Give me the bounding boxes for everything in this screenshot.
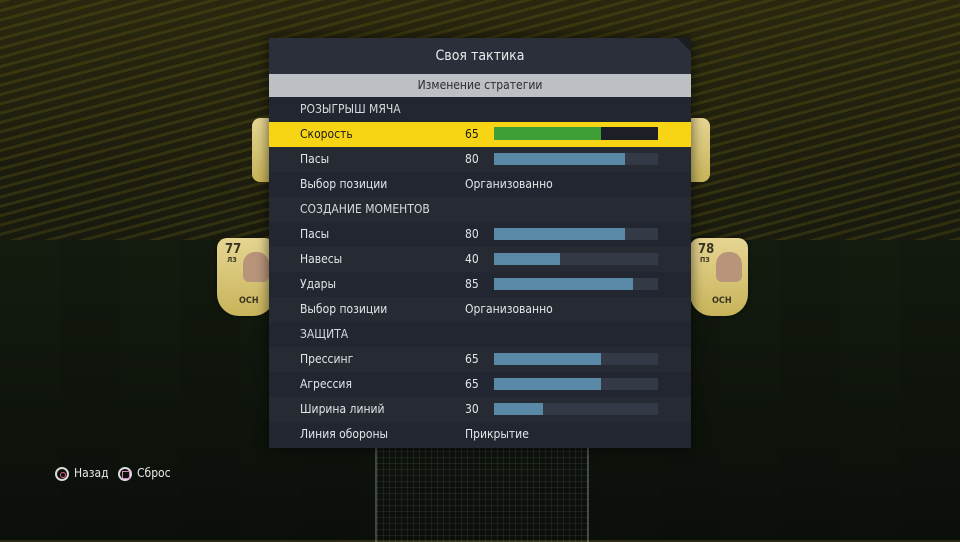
slider-fill — [494, 353, 601, 365]
setting-slider[interactable] — [494, 127, 658, 140]
reset-hint[interactable]: Сброс — [118, 464, 171, 482]
card-position: ЛЗ — [227, 256, 237, 264]
setting-row-defensive-line[interactable]: Линия обороны Прикрытие — [269, 422, 691, 447]
setting-slider[interactable] — [494, 253, 658, 265]
circle-button-icon — [55, 466, 69, 481]
panel-subtitle: Изменение стратегии — [269, 74, 691, 97]
setting-label: Пасы — [300, 152, 330, 166]
setting-row-positioning-cc[interactable]: Выбор позиции Организованно — [269, 297, 691, 322]
square-button-icon — [118, 466, 132, 481]
panel-title: Своя тактика — [269, 38, 691, 74]
setting-value: 65 — [465, 352, 479, 366]
setting-row-passing[interactable]: Пасы 80 — [269, 147, 691, 172]
back-hint[interactable]: Назад — [55, 464, 109, 482]
section-title: ЗАЩИТА — [300, 327, 349, 341]
setting-value: 30 — [465, 402, 479, 416]
setting-row-passing-cc[interactable]: Пасы 80 — [269, 222, 691, 247]
goal-net — [375, 446, 589, 542]
setting-slider[interactable] — [494, 378, 658, 390]
card-rating: 77 — [225, 242, 242, 257]
setting-option-value: Организованно — [465, 177, 553, 191]
back-label: Назад — [74, 466, 109, 480]
setting-option-value: Прикрытие — [465, 427, 529, 441]
setting-value: 65 — [465, 127, 479, 141]
section-header-defence: ЗАЩИТА — [269, 322, 691, 347]
slider-fill — [494, 228, 626, 240]
card-position: ПЗ — [700, 256, 710, 264]
setting-row-crossing[interactable]: Навесы 40 — [269, 247, 691, 272]
setting-label: Удары — [300, 277, 337, 291]
setting-label: Выбор позиции — [300, 302, 388, 316]
background-player-card-left: 77 ЛЗ ОСН — [217, 238, 275, 316]
setting-value: 85 — [465, 277, 479, 291]
slider-fill — [494, 253, 560, 265]
setting-row-aggression[interactable]: Агрессия 65 — [269, 372, 691, 397]
settings-list: РОЗЫГРЫШ МЯЧА Скорость 65 Пасы 80 Выбор … — [269, 97, 691, 447]
setting-slider[interactable] — [494, 353, 658, 365]
slider-fill — [494, 127, 601, 140]
setting-label: Навесы — [300, 252, 343, 266]
setting-row-positioning[interactable]: Выбор позиции Организованно — [269, 172, 691, 197]
setting-value: 65 — [465, 377, 479, 391]
setting-row-shooting[interactable]: Удары 85 — [269, 272, 691, 297]
card-label: ОСН — [239, 296, 259, 306]
setting-value: 80 — [465, 227, 479, 241]
setting-label: Выбор позиции — [300, 177, 388, 191]
setting-label: Линия обороны — [300, 427, 389, 441]
setting-label: Ширина линий — [300, 402, 385, 416]
setting-row-speed[interactable]: Скорость 65 — [269, 122, 691, 147]
section-header-build-up: РОЗЫГРЫШ МЯЧА — [269, 97, 691, 122]
slider-fill — [494, 403, 544, 415]
setting-row-pressure[interactable]: Прессинг 65 — [269, 347, 691, 372]
reset-label: Сброс — [137, 466, 171, 480]
setting-label: Агрессия — [300, 377, 352, 391]
section-title: СОЗДАНИЕ МОМЕНТОВ — [300, 202, 430, 216]
setting-slider[interactable] — [494, 153, 658, 165]
card-label: ОСН — [712, 296, 732, 306]
background-player-card-right: 78 ПЗ ОСН — [690, 238, 748, 316]
setting-option-value: Организованно — [465, 302, 553, 316]
card-rating: 78 — [698, 242, 715, 257]
custom-tactics-panel: Своя тактика Изменение стратегии РОЗЫГРЫ… — [269, 38, 691, 448]
setting-label: Пасы — [300, 227, 330, 241]
slider-fill — [494, 278, 634, 290]
setting-label: Скорость — [300, 127, 353, 141]
slider-fill — [494, 153, 626, 165]
section-title: РОЗЫГРЫШ МЯЧА — [300, 102, 401, 116]
slider-fill — [494, 378, 601, 390]
setting-value: 80 — [465, 152, 479, 166]
setting-row-team-width[interactable]: Ширина линий 30 — [269, 397, 691, 422]
section-header-chance-creation: СОЗДАНИЕ МОМЕНТОВ — [269, 197, 691, 222]
player-face-icon — [243, 252, 269, 282]
setting-value: 40 — [465, 252, 479, 266]
setting-slider[interactable] — [494, 403, 658, 415]
setting-slider[interactable] — [494, 228, 658, 240]
setting-slider[interactable] — [494, 278, 658, 290]
setting-label: Прессинг — [300, 352, 354, 366]
player-face-icon — [716, 252, 742, 282]
